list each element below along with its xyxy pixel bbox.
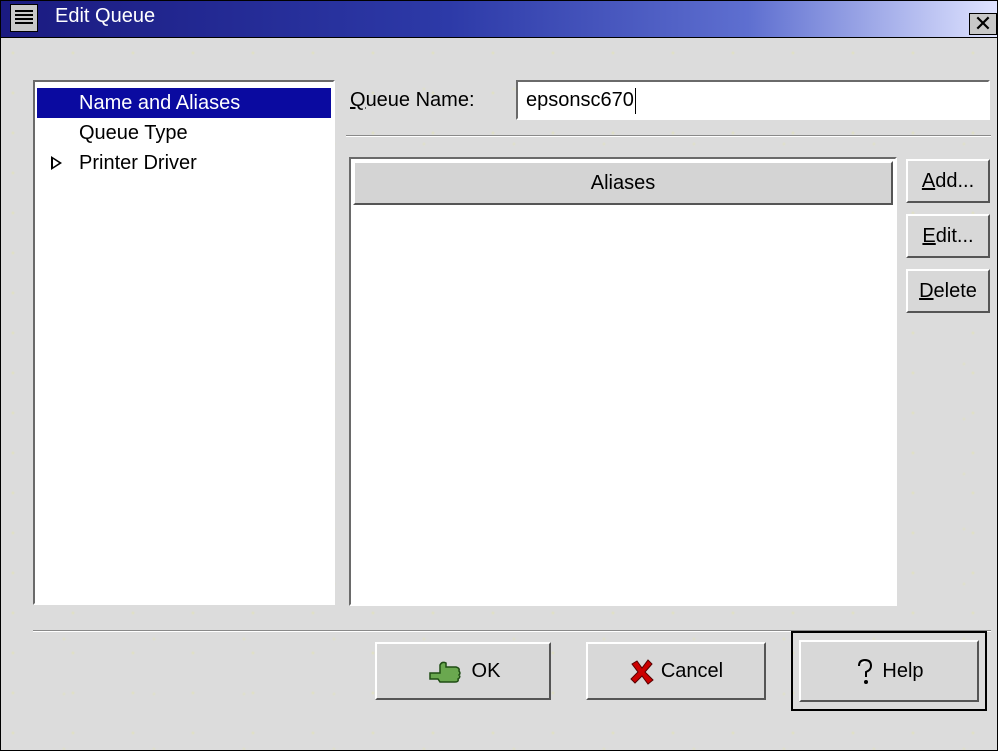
tree-item-label: Name and Aliases bbox=[79, 92, 241, 114]
ok-hand-icon bbox=[428, 661, 461, 683]
edit-alias-button[interactable]: Edit... bbox=[906, 214, 990, 258]
delete-mnemonic: D bbox=[919, 280, 934, 302]
red-x-icon bbox=[630, 658, 654, 685]
queue-name-mnemonic: Q bbox=[350, 89, 366, 111]
section-tree: Name and Aliases Queue Type Printer Driv… bbox=[33, 80, 335, 605]
delete-label-rest: elete bbox=[933, 280, 977, 302]
delete-alias-button[interactable]: Delete bbox=[906, 269, 990, 313]
help-label: Help bbox=[882, 660, 924, 682]
tree-item-label: Queue Type bbox=[79, 122, 188, 144]
tree-item-name-and-aliases[interactable]: Name and Aliases bbox=[37, 88, 331, 118]
queue-name-value: epsonsc670 bbox=[526, 89, 634, 111]
queue-name-label-rest: ueue Name: bbox=[365, 89, 475, 111]
add-label-rest: dd... bbox=[935, 170, 975, 192]
tree-item-label: Printer Driver bbox=[79, 152, 197, 174]
close-icon[interactable]: ✕ bbox=[969, 13, 997, 35]
aliases-column-header[interactable]: Aliases bbox=[353, 161, 893, 205]
separator bbox=[346, 135, 991, 137]
window-menu-icon[interactable] bbox=[10, 4, 38, 32]
ok-button[interactable]: OK bbox=[375, 642, 551, 700]
add-alias-button[interactable]: Add... bbox=[906, 159, 990, 203]
title-bar[interactable]: Edit Queue ✕ bbox=[1, 1, 997, 38]
ok-label: OK bbox=[471, 660, 501, 682]
cancel-button[interactable]: Cancel bbox=[586, 642, 766, 700]
add-mnemonic: A bbox=[921, 170, 936, 192]
window-title: Edit Queue bbox=[55, 5, 156, 27]
tree-item-printer-driver[interactable]: Printer Driver bbox=[37, 148, 331, 178]
text-caret bbox=[634, 87, 636, 114]
edit-queue-window: Edit Queue ✕ Name and Aliases Queue Type… bbox=[0, 0, 998, 751]
cancel-label: Cancel bbox=[660, 660, 724, 682]
expand-arrow-icon[interactable] bbox=[51, 156, 62, 170]
queue-name-label: Queue Name: bbox=[350, 89, 475, 112]
tree-item-queue-type[interactable]: Queue Type bbox=[37, 118, 331, 148]
question-mark-icon bbox=[858, 658, 873, 684]
aliases-list[interactable]: Aliases bbox=[349, 157, 897, 606]
help-button[interactable]: Help bbox=[799, 640, 979, 702]
edit-label-rest: dit... bbox=[935, 225, 974, 247]
edit-mnemonic: E bbox=[922, 225, 936, 247]
queue-name-input[interactable]: epsonsc670 bbox=[516, 80, 990, 120]
